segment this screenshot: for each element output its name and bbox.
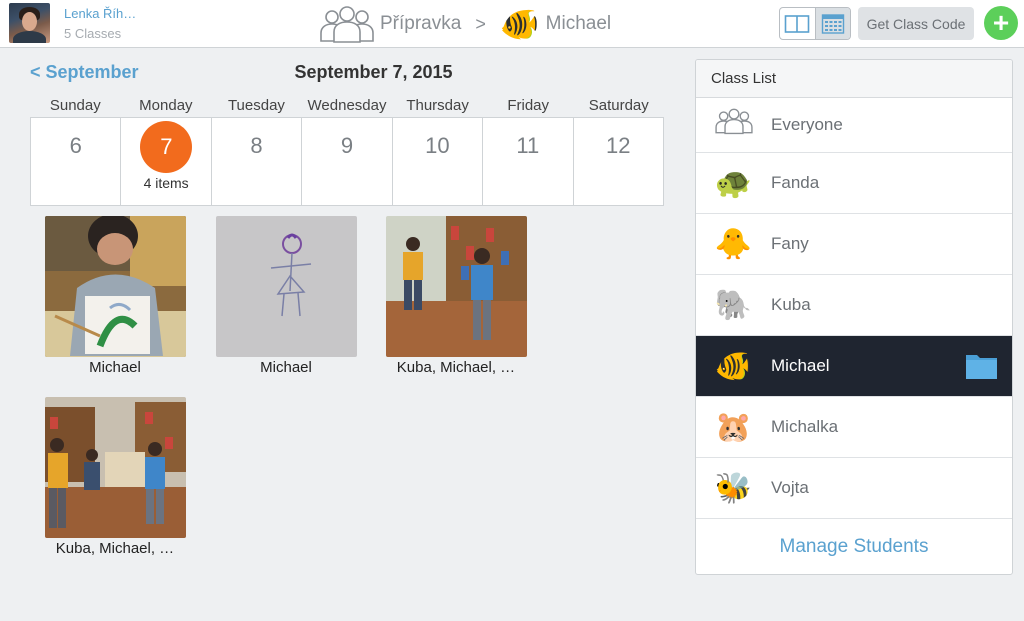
day-number: 10: [425, 133, 450, 158]
class-list-item-michalka[interactable]: 🐹 Michalka: [696, 397, 1012, 458]
class-list-item-label: Kuba: [771, 295, 811, 314]
book-view-button[interactable]: [780, 8, 815, 39]
user-name[interactable]: Lenka Říh…: [64, 6, 136, 21]
day-cell[interactable]: 10: [393, 118, 484, 205]
breadcrumb-class[interactable]: Přípravka: [380, 13, 461, 35]
day-number: 8: [250, 133, 263, 158]
week-days-row: 6 7 4 items 8 9 10 11 12: [30, 117, 664, 206]
weekday-header: Sunday Monday Tuesday Wednesday Thursday…: [30, 97, 664, 114]
day-number: 12: [606, 133, 631, 158]
day-cell-selected[interactable]: 7 4 items: [121, 118, 212, 205]
day-items-count: 4 items: [143, 175, 189, 191]
photo-classroom: [386, 216, 527, 357]
day-number: 6: [69, 133, 82, 158]
fish-icon: 🐠: [714, 349, 753, 383]
photo-thumbnail[interactable]: [45, 216, 186, 357]
photo-caption: Michael: [260, 359, 312, 376]
weekday-label: Sunday: [49, 97, 101, 114]
photo-caption: Michael: [89, 359, 141, 376]
selected-date-title: September 7, 2015: [294, 62, 453, 82]
photo-caption: Kuba, Michael, …: [396, 359, 516, 376]
day-cell[interactable]: 11: [483, 118, 574, 205]
avatar[interactable]: [9, 3, 50, 43]
top-bar: Lenka Říh… 5 Classes Přípravka > 🐠 Micha…: [0, 0, 1024, 48]
chick-icon: 🐥: [714, 227, 753, 261]
fish-icon: 🐠: [499, 6, 540, 42]
class-list-item-label: Vojta: [771, 478, 809, 497]
day-cell[interactable]: 8: [212, 118, 303, 205]
photo-thumbnail[interactable]: [386, 216, 527, 357]
day-number: 9: [340, 133, 354, 158]
elephant-icon: 🐘: [714, 288, 753, 322]
class-group-icon: [320, 6, 374, 43]
weekday-label: Thursday: [406, 97, 469, 114]
book-icon: [784, 14, 810, 33]
day-cell[interactable]: 9: [302, 118, 393, 205]
day-cell[interactable]: 12: [574, 118, 663, 205]
weekday-label: Saturday: [588, 97, 649, 114]
view-toggle: [779, 7, 851, 40]
calendar-view-button[interactable]: [814, 8, 850, 39]
photo-drawing: [216, 216, 357, 357]
hamster-icon: 🐹: [714, 410, 753, 444]
turtle-icon: 🐢: [714, 166, 753, 200]
day-cell[interactable]: 6: [31, 118, 122, 205]
add-button[interactable]: +: [984, 6, 1018, 40]
photo-thumbnail[interactable]: [216, 216, 357, 357]
class-list-item-label: Michael: [771, 356, 830, 375]
day-number-selected: 7: [140, 121, 193, 173]
class-list-item-everyone[interactable]: Everyone: [696, 98, 1012, 153]
photo-caption: Kuba, Michael, …: [55, 540, 175, 557]
photo-thumbnail[interactable]: [45, 397, 186, 538]
day-number: 11: [516, 133, 540, 158]
photo-classroom: [45, 397, 186, 538]
back-to-month-link[interactable]: < September: [30, 62, 139, 83]
class-list-item-kuba[interactable]: 🐘 Kuba: [696, 275, 1012, 336]
class-list-panel: Class List Everyone 🐢 Fanda 🐥 Fany 🐘 Kub…: [695, 59, 1013, 575]
class-list-item-fany[interactable]: 🐥 Fany: [696, 214, 1012, 275]
get-class-code-button[interactable]: Get Class Code: [858, 7, 974, 40]
class-list-item-vojta[interactable]: 🐝 Vojta: [696, 458, 1012, 519]
class-list-item-label: Fanda: [771, 173, 820, 192]
breadcrumb-student: Michael: [545, 13, 612, 34]
group-icon: [714, 108, 753, 135]
class-list-item-michael[interactable]: 🐠 Michael: [696, 336, 1012, 397]
manage-students-button[interactable]: Manage Students: [696, 519, 1012, 574]
weekday-label: Wednesday: [307, 97, 387, 114]
breadcrumb-separator: >: [475, 13, 486, 34]
user-classes-count: 5 Classes: [64, 26, 122, 41]
calendar-icon: [821, 13, 844, 34]
breadcrumb: Přípravka > 🐠 Michael: [318, 4, 611, 44]
photo-child-painting: [45, 216, 186, 357]
class-list-item-label: Michalka: [771, 417, 839, 436]
bee-icon: 🐝: [714, 471, 753, 505]
folder-icon[interactable]: [966, 352, 997, 379]
weekday-label: Monday: [139, 97, 193, 114]
weekday-label: Friday: [507, 97, 550, 114]
class-list-title: Class List: [696, 60, 1012, 98]
class-list-item-label: Everyone: [771, 115, 843, 134]
weekday-label: Tuesday: [227, 97, 285, 114]
class-list-item-label: Fany: [771, 234, 809, 253]
class-list-item-fanda[interactable]: 🐢 Fanda: [696, 153, 1012, 214]
